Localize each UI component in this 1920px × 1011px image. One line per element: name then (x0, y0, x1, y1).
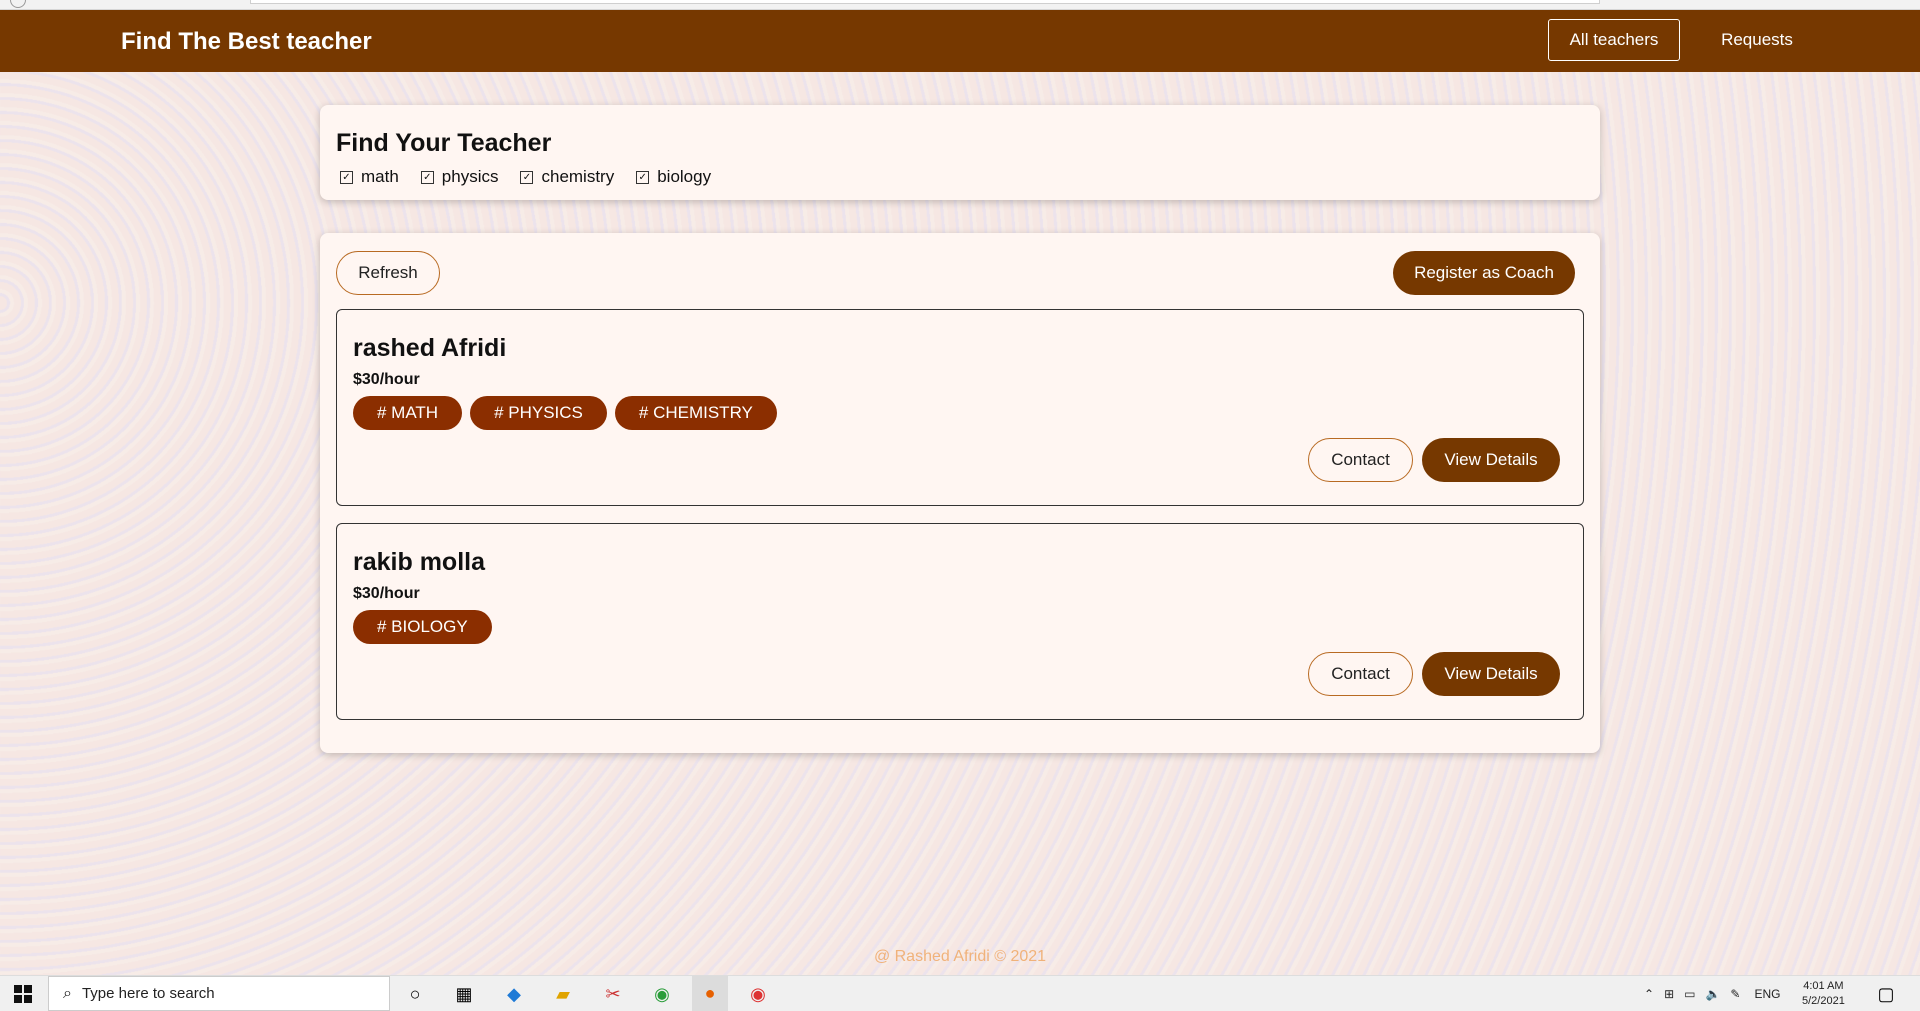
brand-title[interactable]: Find The Best teacher (121, 28, 372, 56)
subject-tag: # PHYSICS (470, 396, 607, 430)
address-bar[interactable] (250, 0, 1600, 4)
subject-tag: # CHEMISTRY (614, 396, 777, 430)
checkbox-checked-icon[interactable]: ✓ (420, 170, 434, 184)
teacher-name: rashed Afridi (353, 334, 507, 362)
clock-date: 5/2/2021 (1802, 995, 1845, 1007)
teacher-tags: # BIOLOGY (353, 610, 492, 644)
filter-title: Find Your Teacher (336, 129, 552, 157)
contact-button[interactable]: Contact (1308, 438, 1413, 482)
checkbox-checked-icon[interactable]: ✓ (340, 170, 353, 184)
task-view-icon[interactable]: ▦ (452, 982, 476, 1006)
filter-physics[interactable]: ✓ physics (420, 167, 499, 187)
vscode-icon[interactable]: ◆ (502, 982, 526, 1006)
subject-tag: # MATH (353, 396, 463, 430)
teacher-rate: $30/hour (353, 585, 420, 602)
pen-icon[interactable]: ✎ (1730, 987, 1740, 1001)
search-placeholder: Type here to search (81, 985, 215, 1002)
filter-label: chemistry (541, 167, 615, 186)
nav-all-teachers[interactable]: All teachers (1548, 19, 1680, 61)
view-details-button[interactable]: View Details (1422, 438, 1560, 482)
teacher-card: rashed Afridi $30/hour # MATH # PHYSICS … (336, 309, 1584, 506)
filter-options: ✓ math ✓ physics ✓ chemistry ✓ biology (340, 167, 711, 187)
volume-icon[interactable]: 🔈 (1705, 987, 1720, 1001)
view-details-button[interactable]: View Details (1422, 652, 1560, 696)
register-coach-button[interactable]: Register as Coach (1393, 251, 1575, 295)
cortana-icon[interactable]: ○ (403, 982, 427, 1006)
chevron-up-icon[interactable]: ⌃ (1644, 987, 1654, 1001)
filter-biology[interactable]: ✓ biology (636, 167, 711, 187)
filter-card: Find Your Teacher ✓ math ✓ physics ✓ che… (320, 105, 1600, 200)
windows-taskbar: ⌕ Type here to search ○ ▦ ◆ ▰ ✂ ◉ ● ◉ ⌃ … (0, 975, 1920, 1011)
clock[interactable]: 4:01 AM 5/2/2021 (1802, 979, 1845, 1009)
file-explorer-icon[interactable]: ▰ (551, 982, 575, 1006)
footer-credit: @ Rashed Afridi © 2021 (873, 948, 1047, 965)
checkbox-checked-icon[interactable]: ✓ (636, 170, 650, 184)
browser-chrome (0, 0, 1920, 10)
language-indicator[interactable]: ENG (1754, 987, 1780, 1001)
filter-label: biology (657, 167, 712, 186)
teacher-card: rakib molla $30/hour # BIOLOGY Contact V… (336, 523, 1584, 720)
notifications-icon[interactable]: ▢ (1874, 982, 1898, 1006)
browser-reload-icon[interactable] (10, 0, 26, 8)
network-icon[interactable]: ⊞ (1664, 987, 1674, 1001)
windows-start-icon[interactable] (14, 985, 32, 1003)
search-icon: ⌕ (63, 984, 72, 1002)
filter-label: physics (441, 167, 499, 186)
snipping-tool-icon[interactable]: ✂ (601, 982, 625, 1006)
teacher-list-card: Refresh Register as Coach rashed Afridi … (320, 233, 1600, 753)
refresh-button[interactable]: Refresh (336, 251, 440, 295)
filter-math[interactable]: ✓ math (340, 167, 399, 187)
filter-label: math (361, 167, 399, 186)
display-icon[interactable]: ▭ (1684, 987, 1695, 1001)
subject-tag: # BIOLOGY (353, 610, 492, 644)
chrome-icon[interactable]: ◉ (746, 982, 770, 1006)
chrome-icon[interactable]: ◉ (650, 982, 674, 1006)
checkbox-checked-icon[interactable]: ✓ (520, 170, 534, 184)
site-header: Find The Best teacher All teachers Reque… (0, 10, 1920, 72)
teacher-name: rakib molla (353, 548, 485, 576)
teacher-tags: # MATH # PHYSICS # CHEMISTRY (353, 396, 777, 430)
nav-requests[interactable]: Requests (1710, 19, 1804, 61)
teacher-rate: $30/hour (353, 371, 420, 388)
clock-time: 4:01 AM (1803, 980, 1844, 992)
tray-icons: ⌃ ⊞ ▭ 🔈 ✎ ENG (1644, 976, 1781, 1011)
filter-chemistry[interactable]: ✓ chemistry (520, 167, 614, 187)
taskbar-search-input[interactable]: ⌕ Type here to search (48, 976, 390, 1011)
contact-button[interactable]: Contact (1308, 652, 1413, 696)
firefox-icon[interactable]: ● (692, 976, 728, 1011)
